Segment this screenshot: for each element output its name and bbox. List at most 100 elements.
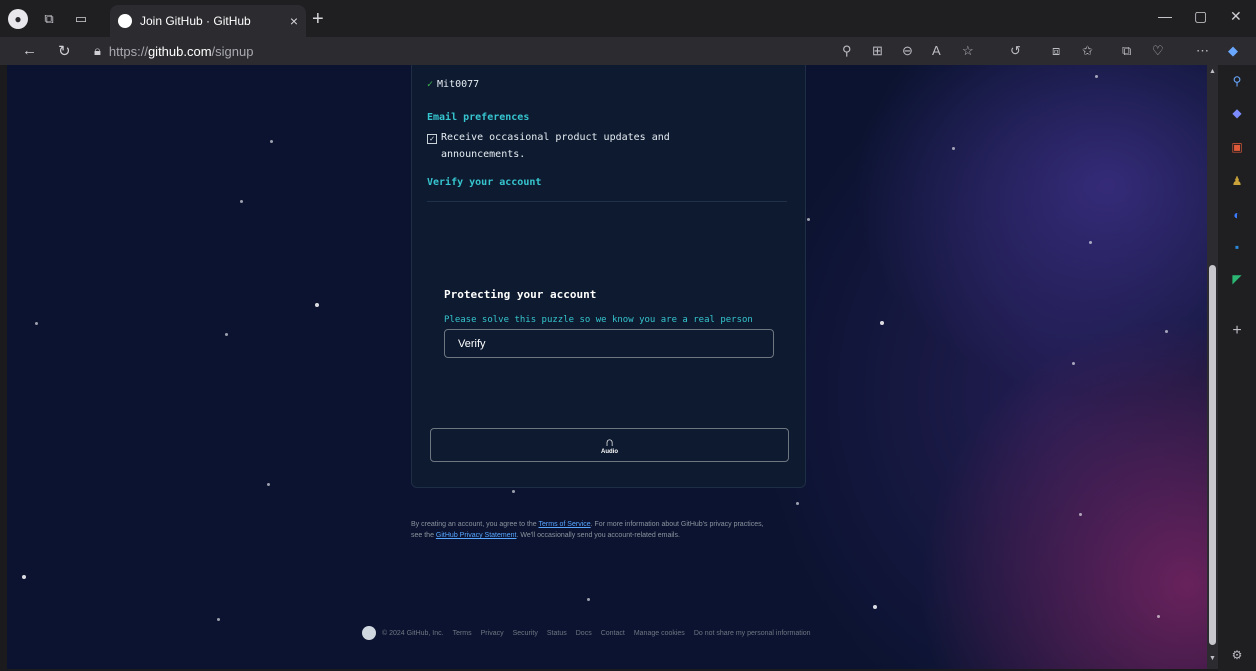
footer-link-docs[interactable]: Docs (576, 630, 592, 637)
star (873, 605, 877, 609)
verify-button[interactable]: Verify (444, 329, 774, 358)
star (1157, 615, 1160, 618)
star (225, 333, 228, 336)
footer-link-status[interactable]: Status (547, 630, 567, 637)
privacy-statement-link[interactable]: GitHub Privacy Statement (436, 532, 517, 539)
star (217, 618, 220, 621)
tools-icon[interactable]: ▣ (1227, 137, 1247, 157)
footer-link-terms[interactable]: Terms (453, 630, 472, 637)
scrollbar-thumb[interactable] (1209, 265, 1216, 645)
search-icon[interactable]: ⚲ (1227, 71, 1247, 91)
new-tab-button[interactable]: + (312, 8, 324, 31)
star (267, 483, 270, 486)
split-screen-icon[interactable]: ⧈ (1052, 43, 1060, 59)
back-arrow-icon[interactable]: ← (22, 42, 37, 59)
close-window-button[interactable]: ✕ (1230, 8, 1242, 25)
shopping-tag-icon[interactable]: ◆ (1227, 103, 1247, 123)
email-preference-checkbox[interactable]: ✓ (427, 134, 437, 144)
legal-text-part2: . For more information about GitHub's pr… (590, 521, 764, 528)
tab-title: Join GitHub · GitHub (140, 14, 251, 28)
footer-link-privacy[interactable]: Privacy (481, 630, 504, 637)
collections-icon[interactable]: ⧉ (1122, 43, 1131, 59)
star (587, 598, 590, 601)
passwords-icon[interactable]: ⚲ (842, 43, 852, 59)
captcha-frame: Protecting your account Please solve thi… (427, 201, 789, 481)
url-path: /signup (211, 43, 254, 59)
browser-essentials-icon[interactable]: ♡ (1152, 43, 1164, 59)
github-logo-icon[interactable] (362, 626, 376, 640)
workspaces-icon[interactable]: ⧉ (38, 8, 60, 30)
people-icon[interactable]: ♟ (1227, 171, 1247, 191)
star (952, 147, 955, 150)
verify-account-label: Verify your account (427, 177, 542, 188)
browser-tab-strip: ● ⧉ ▭ Join GitHub · GitHub × + — ▢ ✕ (0, 0, 1256, 37)
audio-button[interactable]: ∩ Audio (430, 428, 789, 462)
email-preference-text-line1: Receive occasional product updates and (441, 132, 670, 143)
more-menu-icon[interactable]: ⋯ (1196, 43, 1209, 59)
gear-icon[interactable]: ⚙ (1227, 645, 1247, 665)
star (1165, 330, 1168, 333)
address-bar[interactable]: 🔒︎ https://github.com/signup (94, 39, 1214, 63)
copilot-app-icon[interactable]: ◐ (1227, 205, 1247, 225)
star (512, 490, 515, 493)
apps-icon[interactable]: ⊞ (872, 43, 883, 59)
outlook-icon[interactable]: ▪ (1227, 237, 1247, 257)
favorites-icon[interactable]: ✩ (1082, 43, 1093, 59)
profile-icon[interactable]: ● (8, 8, 28, 29)
legal-text: By creating an account, you agree to the… (411, 519, 811, 541)
star (1079, 513, 1082, 516)
footer-link-security[interactable]: Security (513, 630, 538, 637)
footer-link-contact[interactable]: Contact (601, 630, 625, 637)
github-favicon-icon (118, 14, 132, 28)
legal-text-part4: . We'll occasionally send you account-re… (516, 532, 680, 539)
headphones-icon: ∩ (604, 434, 615, 449)
star (807, 218, 810, 221)
footer-copyright: © 2024 GitHub, Inc. (382, 629, 444, 637)
extensions-icon[interactable]: ↺ (1010, 43, 1021, 59)
footer-link-do-not-share[interactable]: Do not share my personal information (694, 630, 811, 637)
url-prefix: https:// (108, 43, 148, 59)
url-host: github.com (147, 43, 212, 59)
add-sidebar-app-icon[interactable]: + (1227, 321, 1247, 341)
page-scrollbar[interactable]: ▲ ▼ (1207, 65, 1218, 669)
page-viewport: ✓ Mit0077 Email preferences ✓ Receive occa… (7, 65, 1207, 669)
star (1072, 362, 1075, 365)
browser-toolbar: ← ↻ 🔒︎ https://github.com/signup ⚲ ⊞ ⊖ A… (0, 37, 1256, 65)
terms-of-service-link[interactable]: Terms of Service (539, 521, 591, 528)
edge-sidebar: ⚲ ◆ ▣ ♟ ◐ ▪ ◤ + ⚙ (1218, 65, 1256, 671)
signup-card: ✓ Mit0077 Email preferences ✓ Receive occa… (411, 65, 806, 488)
protect-subtitle: Please solve this puzzle so we know you … (444, 315, 753, 325)
tab-github-signup[interactable]: Join GitHub · GitHub × (110, 5, 306, 37)
audio-label: Audio (601, 449, 618, 455)
username-value: ✓ Mit0077 (427, 79, 479, 90)
copilot-icon[interactable]: ◆ (1228, 43, 1238, 59)
star (880, 321, 884, 325)
scroll-down-arrow-icon[interactable]: ▼ (1208, 655, 1217, 664)
star (1089, 241, 1092, 244)
legal-text-part1: By creating an account, you agree to the (411, 521, 539, 528)
check-icon: ✓ (427, 79, 434, 90)
scroll-up-arrow-icon[interactable]: ▲ (1208, 68, 1217, 77)
favorite-star-icon[interactable]: ☆ (962, 43, 974, 59)
tab-close-icon[interactable]: × (290, 13, 298, 29)
legal-text-part3: see the (411, 532, 436, 539)
star (35, 322, 38, 325)
refresh-icon[interactable]: ↻ (58, 42, 71, 60)
lock-icon: 🔒︎ (94, 43, 101, 58)
username-text: Mit0077 (437, 79, 480, 90)
email-preference-checkbox-row[interactable]: ✓ Receive occasional product updates and … (427, 129, 707, 163)
star (22, 575, 26, 579)
star (270, 140, 273, 143)
star (240, 200, 243, 203)
tab-actions-icon[interactable]: ▭ (70, 8, 92, 30)
restore-button[interactable]: ▢ (1194, 8, 1207, 25)
read-aloud-icon[interactable]: A (932, 43, 941, 58)
zoom-icon[interactable]: ⊖ (902, 43, 913, 59)
minimize-button[interactable]: — (1158, 8, 1172, 24)
email-preferences-label: Email preferences (427, 112, 530, 123)
star (796, 502, 799, 505)
star (315, 303, 319, 307)
drop-icon[interactable]: ◤ (1227, 269, 1247, 289)
page-footer: © 2024 GitHub, Inc. Terms Privacy Securi… (362, 626, 820, 640)
footer-link-manage-cookies[interactable]: Manage cookies (634, 630, 685, 637)
